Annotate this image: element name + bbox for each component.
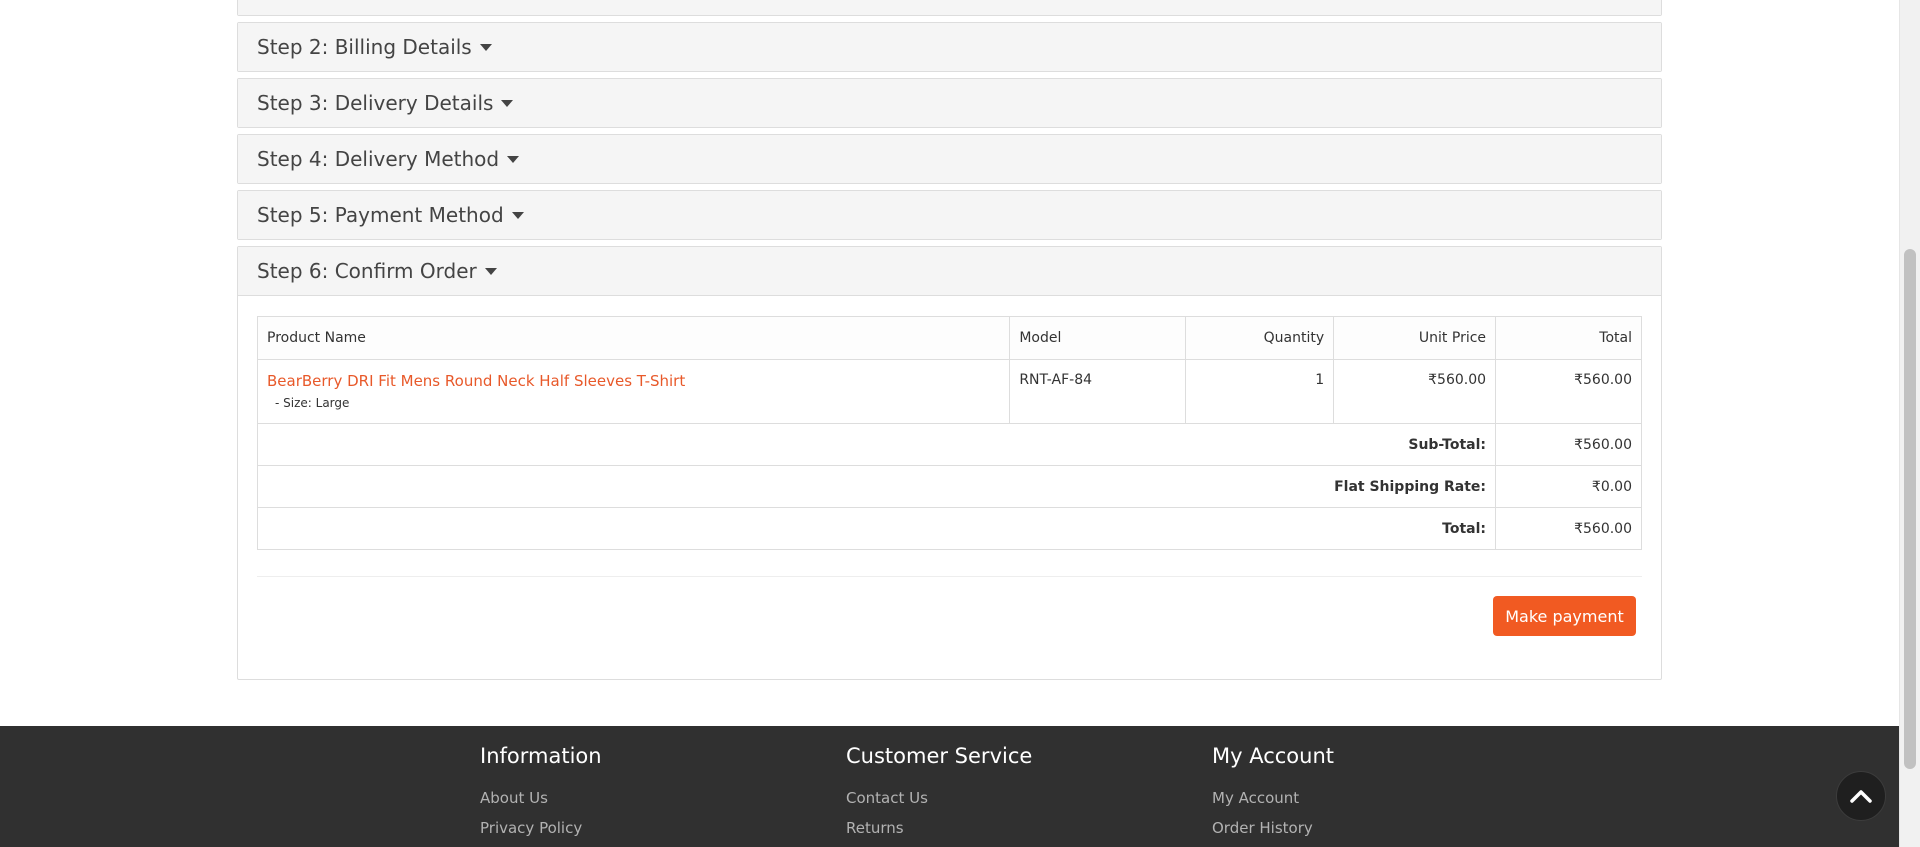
footer-link-contact-us[interactable]: Contact Us (846, 789, 928, 807)
total-cell: ₹560.00 (1495, 359, 1642, 424)
step-5-title: Step 5: Payment Method (257, 203, 504, 227)
site-footer: Information About Us Privacy Policy Cust… (0, 726, 1899, 847)
shipping-row: Flat Shipping Rate: ₹0.00 (256, 465, 1642, 508)
header-total: Total (1495, 316, 1642, 360)
step-2-panel: Step 2: Billing Details (237, 22, 1662, 72)
product-option: - Size: Large (275, 396, 350, 410)
shipping-label: Flat Shipping Rate: (256, 465, 1497, 508)
grand-total-row: Total: ₹560.00 (256, 507, 1642, 550)
caret-down-icon (484, 267, 497, 275)
step-4-heading[interactable]: Step 4: Delivery Method (238, 135, 1661, 183)
step-3-panel: Step 3: Delivery Details (237, 78, 1662, 128)
order-table: Product Name Model Quantity Unit Price T… (256, 316, 1642, 550)
step-2-heading[interactable]: Step 2: Billing Details (238, 23, 1661, 71)
back-to-top-button[interactable] (1836, 771, 1886, 821)
step-4-title: Step 4: Delivery Method (257, 147, 500, 171)
step-3-heading[interactable]: Step 3: Delivery Details (238, 79, 1661, 127)
grand-total-value: ₹560.00 (1495, 507, 1642, 550)
divider (257, 576, 1642, 577)
quantity-cell: 1 (1185, 359, 1335, 424)
footer-my-account: My Account My Account Order History (1212, 744, 1334, 843)
order-table-header: Product Name Model Quantity Unit Price T… (256, 316, 1642, 360)
step-6-title: Step 6: Confirm Order (257, 259, 477, 283)
footer-information: Information About Us Privacy Policy (480, 744, 602, 843)
step-3-title: Step 3: Delivery Details (257, 91, 494, 115)
caret-down-icon (479, 43, 492, 51)
footer-link-order-history[interactable]: Order History (1212, 819, 1313, 837)
footer-customer-service: Customer Service Contact Us Returns (846, 744, 1032, 843)
checkout-accordion: Step 2: Billing Details Step 3: Delivery… (237, 0, 1662, 686)
scrollbar-thumb[interactable] (1904, 249, 1916, 769)
footer-my-account-title: My Account (1212, 744, 1335, 768)
step-5-panel: Step 5: Payment Method (237, 190, 1662, 240)
table-row: BearBerry DRI Fit Mens Round Neck Half S… (256, 359, 1642, 424)
chevron-up-icon (1850, 790, 1872, 803)
subtotal-value: ₹560.00 (1495, 423, 1642, 466)
footer-link-about-us[interactable]: About Us (480, 789, 548, 807)
header-quantity: Quantity (1185, 316, 1335, 360)
footer-link-privacy-policy[interactable]: Privacy Policy (480, 819, 582, 837)
step-1-panel (237, 0, 1662, 16)
header-unit-price: Unit Price (1333, 316, 1497, 360)
step-6-panel: Step 6: Confirm Order Product Name Model… (237, 246, 1662, 680)
model-cell: RNT-AF-84 (1009, 359, 1187, 424)
product-cell: BearBerry DRI Fit Mens Round Neck Half S… (256, 359, 1011, 424)
footer-link-my-account[interactable]: My Account (1212, 789, 1299, 807)
caret-down-icon (511, 211, 524, 219)
header-product-name: Product Name (256, 316, 1011, 360)
grand-total-label: Total: (256, 507, 1497, 550)
step-1-heading[interactable] (238, 0, 1661, 15)
subtotal-label: Sub-Total: (256, 423, 1497, 466)
make-payment-button[interactable]: Make payment (1493, 596, 1636, 636)
shipping-value: ₹0.00 (1495, 465, 1642, 508)
step-5-heading[interactable]: Step 5: Payment Method (238, 191, 1661, 239)
step-6-heading[interactable]: Step 6: Confirm Order (238, 247, 1661, 295)
confirm-order-body: Product Name Model Quantity Unit Price T… (238, 295, 1661, 679)
product-link[interactable]: BearBerry DRI Fit Mens Round Neck Half S… (267, 372, 685, 390)
step-4-panel: Step 4: Delivery Method (237, 134, 1662, 184)
page-scrollbar[interactable] (1899, 0, 1920, 847)
footer-link-returns[interactable]: Returns (846, 819, 904, 837)
header-model: Model (1009, 316, 1187, 360)
unit-price-cell: ₹560.00 (1333, 359, 1497, 424)
payment-actions: Make payment (257, 596, 1642, 636)
footer-customer-service-title: Customer Service (846, 744, 1033, 768)
step-2-title: Step 2: Billing Details (257, 35, 472, 59)
caret-down-icon (507, 155, 520, 163)
subtotal-row: Sub-Total: ₹560.00 (256, 423, 1642, 466)
caret-down-icon (501, 99, 514, 107)
footer-information-title: Information (480, 744, 602, 768)
